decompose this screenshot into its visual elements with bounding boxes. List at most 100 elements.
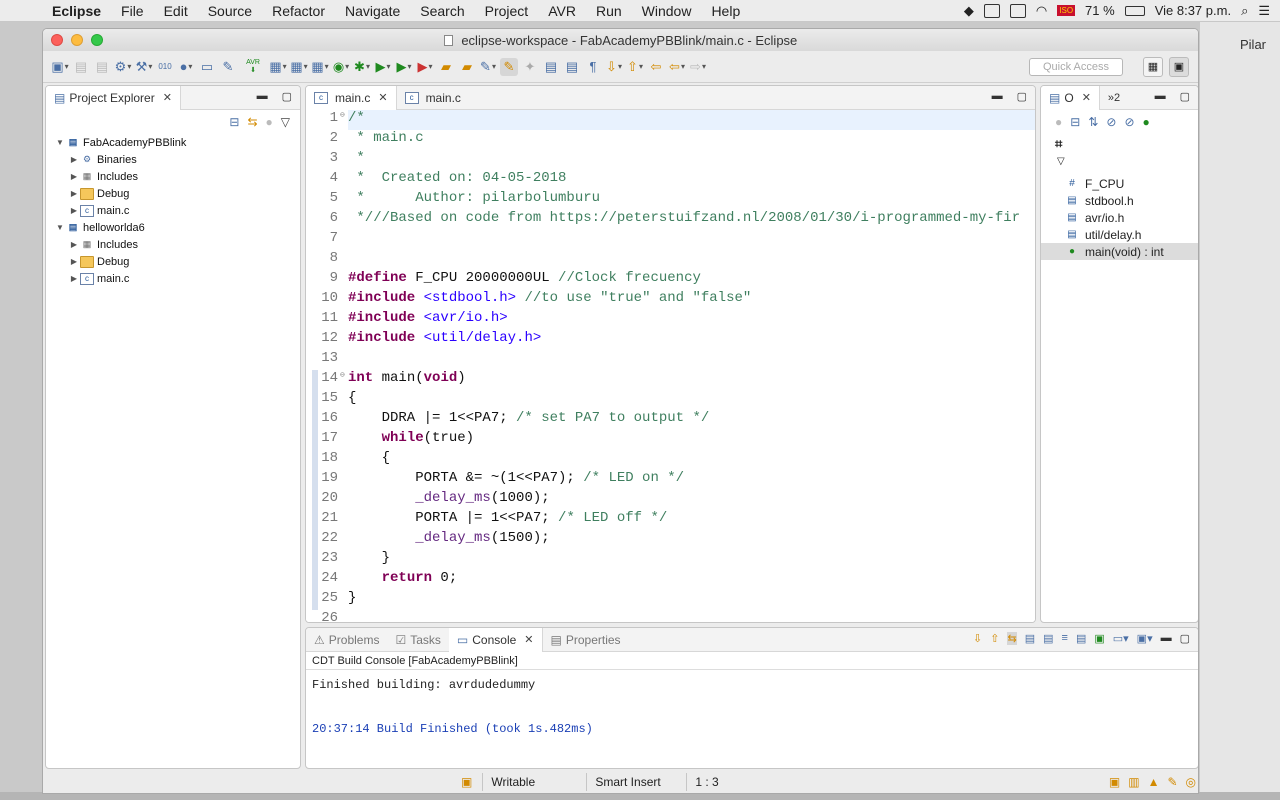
tab-project-explorer[interactable]: ▤ Project Explorer ✕ <box>46 86 181 110</box>
learn-icon[interactable]: ▲ <box>1148 775 1160 789</box>
clear-console-icon[interactable]: ▤ <box>1076 632 1086 645</box>
collapsed-arrow-icon[interactable]: ▶ <box>68 189 80 198</box>
fold-ruler[interactable]: ⊖ <box>340 110 348 130</box>
notification-center-icon[interactable]: ☰ <box>1258 3 1270 19</box>
collapsed-arrow-icon[interactable]: ▶ <box>68 172 80 181</box>
battery-icon[interactable] <box>1124 5 1145 16</box>
hide-non-public-icon[interactable]: ⊘ <box>1124 115 1134 129</box>
fold-ruler[interactable] <box>340 450 348 470</box>
fold-ruler[interactable] <box>340 490 348 510</box>
fold-ruler[interactable] <box>340 510 348 530</box>
open-perspective-icon[interactable]: ▦ <box>1143 57 1163 77</box>
collapsed-arrow-icon[interactable]: ▶ <box>68 240 80 249</box>
open-element-icon[interactable]: ▰ <box>458 58 476 76</box>
hide-static-icon[interactable]: ⊘ <box>1106 115 1116 129</box>
save-all-icon[interactable]: ▤ <box>93 58 111 76</box>
menu-run[interactable]: Run <box>586 3 632 19</box>
c-perspective-icon[interactable]: ▣ <box>1169 57 1189 77</box>
pin-console-icon[interactable]: ▤ <box>1043 632 1053 645</box>
collapse-all-icon[interactable]: ⊟ <box>1070 115 1080 129</box>
terminal-icon[interactable]: ▭ <box>198 58 216 76</box>
bi-icon[interactable] <box>983 3 1000 18</box>
fold-ruler[interactable] <box>340 610 348 622</box>
new-icon[interactable]: ▣ <box>51 58 69 76</box>
group-includes-icon[interactable]: ⌗ <box>1041 134 1198 154</box>
outline-item[interactable]: ▤ util/delay.h <box>1041 226 1198 243</box>
new-folder-icon[interactable]: ▦ <box>290 58 308 76</box>
tree-item[interactable]: ▶ c main.c <box>46 202 300 219</box>
paragraph-icon[interactable]: ¶ <box>584 58 602 76</box>
minimize-icon[interactable]: ▬ <box>1161 632 1172 645</box>
fold-ruler[interactable] <box>340 430 348 450</box>
fold-ruler[interactable] <box>340 170 348 190</box>
back-icon[interactable]: ⇦ <box>668 58 686 76</box>
status-icon[interactable]: ▣ <box>1109 775 1120 789</box>
zoom-window-button[interactable] <box>91 34 103 46</box>
toggle-mark-icon[interactable]: ✦ <box>521 58 539 76</box>
sort-icon[interactable]: ⇅ <box>1088 115 1098 129</box>
maximize-icon[interactable]: ▢ <box>1180 632 1190 645</box>
fold-ruler[interactable] <box>340 470 348 490</box>
clock[interactable]: Vie 8:37 p.m. <box>1155 3 1231 18</box>
show-whitespace-icon[interactable]: ▤ <box>563 58 581 76</box>
focus-icon[interactable]: ● <box>266 115 273 129</box>
tab-outline[interactable]: ▤ O ✕ <box>1041 86 1100 110</box>
menu-navigate[interactable]: Navigate <box>335 3 410 19</box>
fold-ruler[interactable] <box>340 210 348 230</box>
view-menu-icon[interactable]: ▽ <box>1041 154 1198 169</box>
tab-overflow[interactable]: »2 <box>1100 86 1128 110</box>
help-icon[interactable]: ◎ <box>1186 775 1196 789</box>
profile-icon[interactable]: ● <box>177 58 195 76</box>
menu-source[interactable]: Source <box>198 3 262 19</box>
avr-upload-icon[interactable]: AVR ⬇ <box>240 58 266 76</box>
collapsed-arrow-icon[interactable]: ▶ <box>68 274 80 283</box>
down-arrow-icon[interactable]: ⇩ <box>973 632 982 645</box>
open-console-icon[interactable]: ▭▾ <box>1113 632 1129 645</box>
build-hammer-icon[interactable]: ⚒ <box>135 58 153 76</box>
minimize-icon[interactable]: ▬ <box>257 90 268 103</box>
dropbox-icon[interactable]: ◆ <box>964 3 974 19</box>
collapse-all-icon[interactable]: ⊟ <box>229 115 239 129</box>
collapsed-arrow-icon[interactable]: ▶ <box>68 206 80 215</box>
book-icon[interactable]: ▥ <box>1128 775 1139 789</box>
fold-ruler[interactable] <box>340 190 348 210</box>
fold-ruler[interactable] <box>340 230 348 250</box>
menu-project[interactable]: Project <box>475 3 539 19</box>
fold-ruler[interactable] <box>340 530 348 550</box>
filter-icon[interactable]: ● <box>1143 115 1150 129</box>
open-type-icon[interactable]: ▰ <box>437 58 455 76</box>
editor-tab-main-c-2[interactable]: c main.c <box>397 86 469 110</box>
code-editor[interactable]: 1 ⊖/* 2 * main.c 3 * 4 * Created on: 04-05-2… <box>306 110 1035 622</box>
forward-icon[interactable]: ⇨ <box>689 58 707 76</box>
fold-ruler[interactable] <box>340 290 348 310</box>
up-arrow-icon[interactable]: ⇧ <box>990 632 999 645</box>
outline-item[interactable]: ▤ stdbool.h <box>1041 192 1198 209</box>
search-toolbar-icon[interactable]: ✎ <box>479 58 497 76</box>
minimize-icon[interactable]: ▬ <box>1155 90 1166 103</box>
link-icon[interactable]: ⇆ <box>1007 632 1017 645</box>
spotlight-search-icon[interactable]: ⌕ <box>1241 3 1248 19</box>
close-icon[interactable]: ✕ <box>163 91 172 104</box>
fold-ruler[interactable] <box>340 330 348 350</box>
fold-ruler[interactable] <box>340 130 348 150</box>
new-project-icon[interactable]: ▦ <box>269 58 287 76</box>
tree-item[interactable]: ▶ ⚙ Binaries <box>46 151 300 168</box>
fold-ruler[interactable] <box>340 550 348 570</box>
outline-item[interactable]: ● main(void) : int <box>1041 243 1198 260</box>
outline-item[interactable]: # F_CPU <box>1041 175 1198 192</box>
fold-ruler[interactable] <box>340 570 348 590</box>
maximize-icon[interactable]: ▢ <box>282 90 292 103</box>
external-tools-icon[interactable]: ▶ <box>416 58 434 76</box>
menu-file[interactable]: File <box>111 3 154 19</box>
new-file-icon[interactable]: ◉ <box>332 58 350 76</box>
tab-problems[interactable]: ⚠ Problems <box>306 628 387 652</box>
menu-window[interactable]: Window <box>632 3 702 19</box>
menu-avr[interactable]: AVR <box>538 3 586 19</box>
highlight-icon[interactable]: ✎ <box>500 57 518 76</box>
fold-ruler[interactable] <box>340 410 348 430</box>
binary-icon[interactable]: 010 <box>156 58 174 76</box>
pencil-icon[interactable]: ✎ <box>1167 775 1177 789</box>
fold-ruler[interactable] <box>340 310 348 330</box>
new-class-icon[interactable]: ▦ <box>311 58 329 76</box>
run-icon[interactable]: ▶ <box>374 58 392 76</box>
